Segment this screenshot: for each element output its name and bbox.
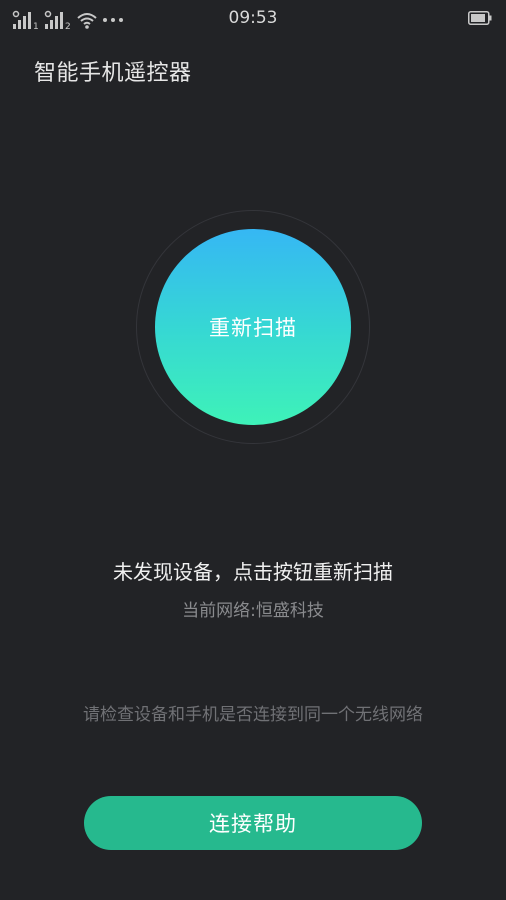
status-bar: 1 2 09:53 — [0, 0, 506, 36]
rescan-button[interactable]: 重新扫描 — [155, 229, 351, 425]
connection-help-label: 连接帮助 — [209, 812, 297, 836]
hint-text: 请检查设备和手机是否连接到同一个无线网络 — [83, 705, 423, 725]
page-title: 智能手机遥控器 — [34, 61, 192, 86]
rescan-button-label: 重新扫描 — [209, 316, 297, 340]
connection-help-button[interactable]: 连接帮助 — [84, 796, 422, 850]
battery-icon — [468, 10, 492, 25]
status-time: 09:53 — [228, 8, 278, 28]
current-network: 当前网络:恒盛科技 — [182, 601, 324, 621]
status-message: 未发现设备，点击按钮重新扫描 — [113, 560, 393, 584]
